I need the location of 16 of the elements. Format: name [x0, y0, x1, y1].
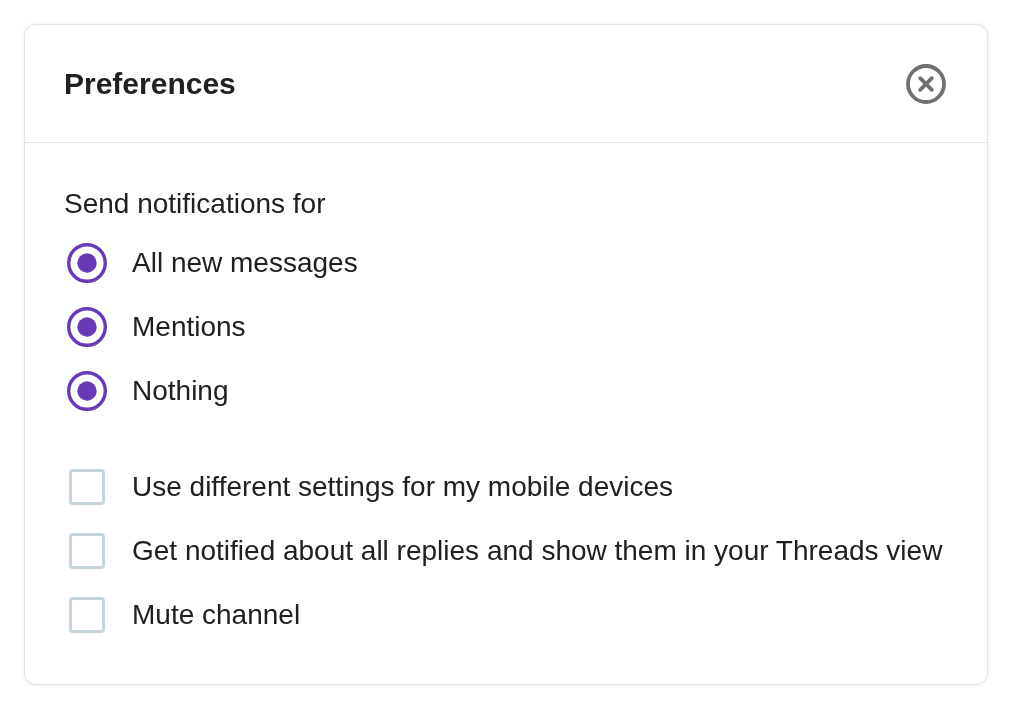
- close-icon: [906, 63, 946, 104]
- checkbox[interactable]: [69, 469, 105, 505]
- checkbox-label: Get notified about all replies and show them in your Threads view: [132, 534, 943, 568]
- radio-button[interactable]: [67, 243, 107, 283]
- dialog-title: Preferences: [64, 66, 236, 101]
- checkbox-label: Use different settings for my mobile devices: [132, 470, 674, 504]
- checkbox[interactable]: [69, 533, 105, 569]
- radio-button[interactable]: [67, 307, 107, 347]
- checkbox[interactable]: [69, 597, 105, 633]
- radio-button[interactable]: [67, 371, 107, 411]
- option-label: Nothing: [132, 374, 229, 408]
- close-button[interactable]: [906, 63, 946, 104]
- checkbox-label: Mute channel: [132, 598, 301, 632]
- section-label: Send notifications for: [64, 187, 326, 221]
- option-label: Mentions: [132, 310, 246, 344]
- option-label: All new messages: [132, 246, 358, 280]
